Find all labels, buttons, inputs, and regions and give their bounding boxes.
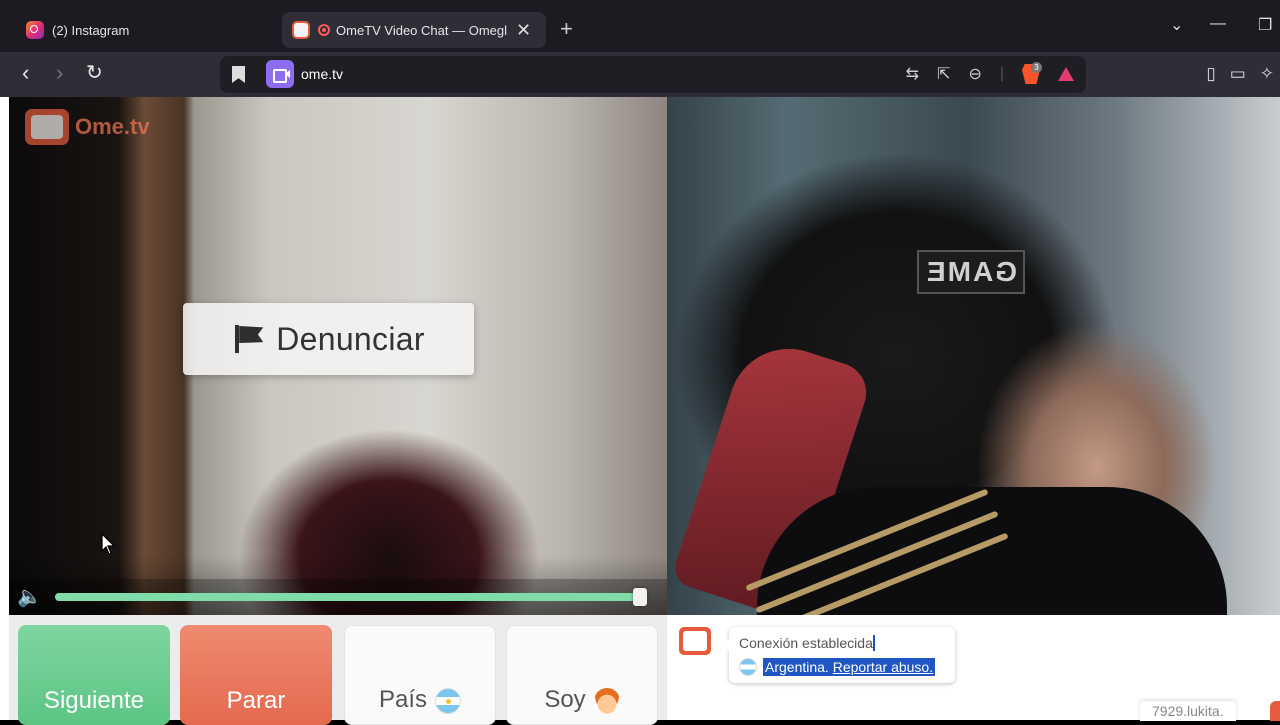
shields-count-badge: 3 bbox=[1031, 62, 1042, 73]
username-tag[interactable]: 7929.lukita. bbox=[1140, 701, 1236, 721]
tv-logo-icon bbox=[25, 109, 69, 145]
tab-title: (2) Instagram bbox=[52, 22, 130, 38]
address-bar-actions: ⇆ ⇱ ⊖ | bbox=[906, 64, 1074, 84]
next-button[interactable]: Siguiente bbox=[18, 625, 170, 725]
ometv-page: Ome.tv GAME Denunciar 🔈 Siguiente Parar … bbox=[0, 97, 1280, 725]
argentina-flag-icon bbox=[739, 658, 757, 676]
chat-panel: Conexión establecida Argentina. Reportar… bbox=[667, 615, 1280, 721]
wallet-icon[interactable]: ▭ bbox=[1230, 64, 1246, 84]
report-label: Denunciar bbox=[276, 320, 425, 357]
share-icon[interactable]: ⇱ bbox=[937, 64, 950, 84]
next-label: Siguiente bbox=[43, 687, 145, 714]
flag-icon bbox=[232, 323, 264, 355]
gender-label: Soy bbox=[544, 686, 586, 713]
toolbar-right-icons: ▯ ▭ ✧ bbox=[1206, 64, 1274, 84]
zoom-icon[interactable]: ⊖ bbox=[968, 64, 981, 84]
leo-ai-icon[interactable]: ✧ bbox=[1260, 64, 1274, 84]
forward-icon[interactable]: › bbox=[56, 60, 63, 86]
tab-list-chevron-icon[interactable]: ⌄ bbox=[1170, 15, 1183, 35]
browser-toolbar: ‹ › ↻ ome.tv ⇆ ⇱ ⊖ | ▯ ▭ ✧ bbox=[0, 52, 1280, 97]
country-text: Argentina. Reportar abuso. bbox=[763, 658, 936, 676]
corner-icon[interactable] bbox=[1270, 701, 1280, 721]
connection-status: Conexión establecida bbox=[739, 635, 875, 651]
speaker-icon[interactable]: 🔈 bbox=[17, 587, 47, 607]
volume-knob[interactable] bbox=[633, 588, 647, 606]
ometv-logo: Ome.tv bbox=[25, 109, 150, 145]
argentina-flag-icon bbox=[435, 688, 462, 714]
control-panel: Siguiente Parar País Soy bbox=[9, 615, 667, 725]
new-tab-button[interactable]: + bbox=[560, 16, 573, 42]
translate-icon[interactable]: ⇆ bbox=[906, 64, 919, 84]
gender-button[interactable]: Soy bbox=[506, 625, 658, 725]
self-video: GAME bbox=[667, 97, 1280, 615]
system-message: Conexión establecida Argentina. Reportar… bbox=[722, 627, 955, 683]
volume-fill bbox=[55, 593, 647, 601]
country-line: Argentina. Reportar abuso. bbox=[739, 658, 936, 676]
stop-button[interactable]: Parar bbox=[180, 625, 332, 725]
sidebar-icon[interactable]: ▯ bbox=[1206, 64, 1215, 84]
report-abuse-link[interactable]: Reportar abuso. bbox=[833, 659, 933, 675]
url-text[interactable]: ome.tv bbox=[301, 66, 343, 82]
tab-instagram[interactable]: (2) Instagram bbox=[16, 12, 266, 48]
minimize-icon[interactable]: — bbox=[1210, 15, 1226, 33]
instagram-icon bbox=[26, 21, 44, 39]
hoodie-shape bbox=[757, 487, 1227, 615]
address-bar[interactable]: ome.tv ⇆ ⇱ ⊖ | bbox=[220, 56, 1086, 93]
recording-icon bbox=[318, 24, 330, 36]
brave-rewards-icon[interactable] bbox=[1058, 67, 1074, 81]
text-caret bbox=[872, 635, 875, 651]
close-tab-icon[interactable]: ✕ bbox=[516, 20, 531, 41]
logo-text: Ome.tv bbox=[75, 114, 150, 139]
tab-title: OmeTV Video Chat — Omegl bbox=[336, 22, 507, 38]
browser-tabbar: (2) Instagram OmeTV Video Chat — Omegl ✕… bbox=[0, 0, 1280, 52]
reload-icon[interactable]: ↻ bbox=[86, 60, 103, 86]
back-icon[interactable]: ‹ bbox=[22, 60, 29, 86]
volume-bar: 🔈 bbox=[9, 579, 667, 615]
tab-ometv[interactable]: OmeTV Video Chat — Omegl ✕ bbox=[282, 12, 546, 48]
ometv-chat-icon bbox=[679, 627, 711, 655]
chair-logo-text: GAME bbox=[917, 250, 1025, 294]
report-button[interactable]: Denunciar bbox=[183, 303, 474, 375]
ometv-favicon-icon bbox=[292, 21, 310, 39]
volume-slider[interactable] bbox=[55, 588, 647, 606]
stop-label: Parar bbox=[226, 687, 286, 714]
restore-icon[interactable]: ❐ bbox=[1258, 15, 1272, 35]
bookmark-icon[interactable] bbox=[232, 66, 245, 83]
country-button[interactable]: País bbox=[344, 625, 496, 725]
divider: | bbox=[999, 65, 1004, 82]
country-label: País bbox=[378, 686, 428, 713]
boy-emoji-icon bbox=[593, 688, 620, 714]
site-camera-icon[interactable] bbox=[266, 60, 294, 88]
